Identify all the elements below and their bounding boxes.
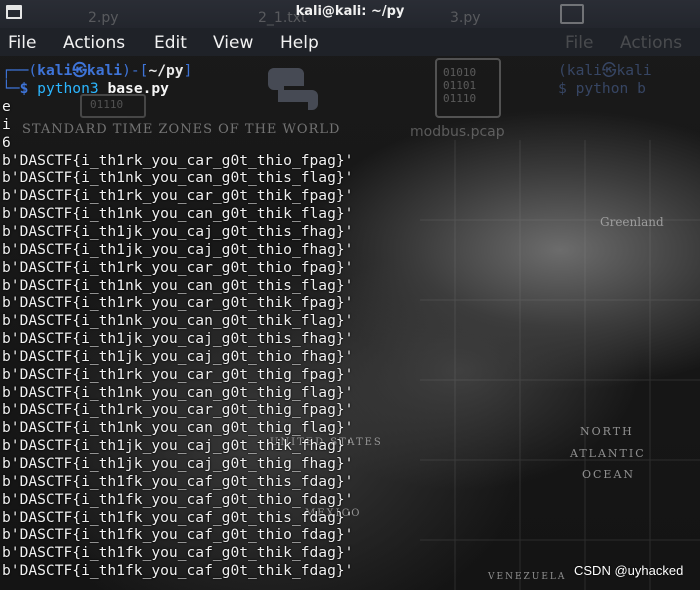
output-line: b'DASCTF{i_th1jk_you_caj_g0t_this_fhag}' xyxy=(2,330,354,348)
terminal-output-area[interactable]: ┌──(kali㉿kali)-[~/py] └─$ python3 base.p… xyxy=(0,56,700,590)
prompt-host: kali xyxy=(86,62,123,79)
output-line: b'DASCTF{i_th1rk_you_car_g0t_thik_fpag}' xyxy=(2,294,354,312)
prompt-line-1: ┌──(kali㉿kali)-[~/py] xyxy=(2,62,193,79)
prompt-argument: base.py xyxy=(107,80,169,97)
output-line: b'DASCTF{i_th1fk_you_caf_g0t_thik_fdag}' xyxy=(2,544,354,562)
prompt-at-symbol: ㉿ xyxy=(72,62,87,79)
prompt-user: kali xyxy=(37,62,73,79)
output-line: b'DASCTF{i_th1fk_you_caf_g0t_this_fdag}' xyxy=(2,508,354,526)
ghost-window-icon xyxy=(560,4,584,24)
output-line: b'DASCTF{i_th1fk_you_caf_g0t_thio_fdag}' xyxy=(2,526,354,544)
ghost-prompt-command: $ python b xyxy=(558,80,646,97)
output-line: b'DASCTF{i_th1nk_you_can_g0t_this_flag}' xyxy=(2,169,354,187)
output-line: 6 xyxy=(2,133,11,151)
window-titlebar[interactable]: 2.py 2_1.txt 3.py kali@kali: ~/py xyxy=(0,0,700,28)
output-line: b'DASCTF{i_th1rk_you_car_g0t_thik_fpag}' xyxy=(2,187,354,205)
menu-edit[interactable]: Edit xyxy=(154,33,187,53)
output-line: b'DASCTF{i_th1jk_you_caj_g0t_thio_fhag}' xyxy=(2,240,354,258)
menu-view[interactable]: View xyxy=(213,33,253,53)
csdn-watermark: CSDN @uyhacked xyxy=(574,563,684,578)
output-line: b'DASCTF{i_th1jk_you_caj_g0t_this_fhag}' xyxy=(2,222,354,240)
output-line: b'DASCTF{i_th1fk_you_caf_g0t_thio_fdag}' xyxy=(2,490,354,508)
menu-help[interactable]: Help xyxy=(280,33,319,53)
prompt-line-2: └─$ python3 base.py xyxy=(2,80,169,97)
prompt-dir: ~/py xyxy=(148,62,184,79)
output-line: b'DASCTF{i_th1jk_you_caj_g0t_thik_fhag}' xyxy=(2,437,354,455)
output-line: e xyxy=(2,98,11,115)
window-title: kali@kali: ~/py xyxy=(295,4,405,19)
output-line: b'DASCTF{i_th1fk_you_caf_g0t_this_fdag}' xyxy=(2,472,354,490)
ghost-menu-actions: Actions xyxy=(620,33,683,53)
output-line: b'DASCTF{i_th1nk_you_can_g0t_this_flag}' xyxy=(2,276,354,294)
output-line: b'DASCTF{i_th1nk_you_can_g0t_thik_flag}' xyxy=(2,205,354,223)
ghost-prompt-user-host: (kali㉿kali xyxy=(558,62,652,79)
menu-bar: File Actions Edit View Help File Actions xyxy=(0,28,700,56)
output-line: b'DASCTF{i_th1jk_you_caj_g0t_thig_fhag}' xyxy=(2,455,354,472)
prompt-command: python3 xyxy=(37,80,99,97)
output-line: b'DASCTF{i_th1rk_you_car_g0t_thio_fpag}' xyxy=(2,151,354,169)
output-line: b'DASCTF{i_th1nk_you_can_g0t_thik_flag}' xyxy=(2,312,354,330)
output-line: b'DASCTF{i_th1nk_you_can_g0t_thig_flag}' xyxy=(2,383,354,401)
menu-file[interactable]: File xyxy=(8,33,36,53)
ghost-menu-file: File xyxy=(565,33,594,53)
output-line: b'DASCTF{i_th1fk_you_caf_g0t_thik_fdag}' xyxy=(2,562,354,580)
output-line: i xyxy=(2,115,11,133)
output-line: b'DASCTF{i_th1jk_you_caj_g0t_thio_fhag}' xyxy=(2,347,354,365)
output-line: b'DASCTF{i_th1rk_you_car_g0t_thio_fpag}' xyxy=(2,258,354,276)
output-line: b'DASCTF{i_th1rk_you_car_g0t_thig_fpag}' xyxy=(2,401,354,419)
menu-actions[interactable]: Actions xyxy=(63,33,125,53)
output-line: b'DASCTF{i_th1rk_you_car_g0t_thig_fpag}' xyxy=(2,365,354,383)
output-line: b'DASCTF{i_th1nk_you_can_g0t_thig_flag}' xyxy=(2,419,354,437)
